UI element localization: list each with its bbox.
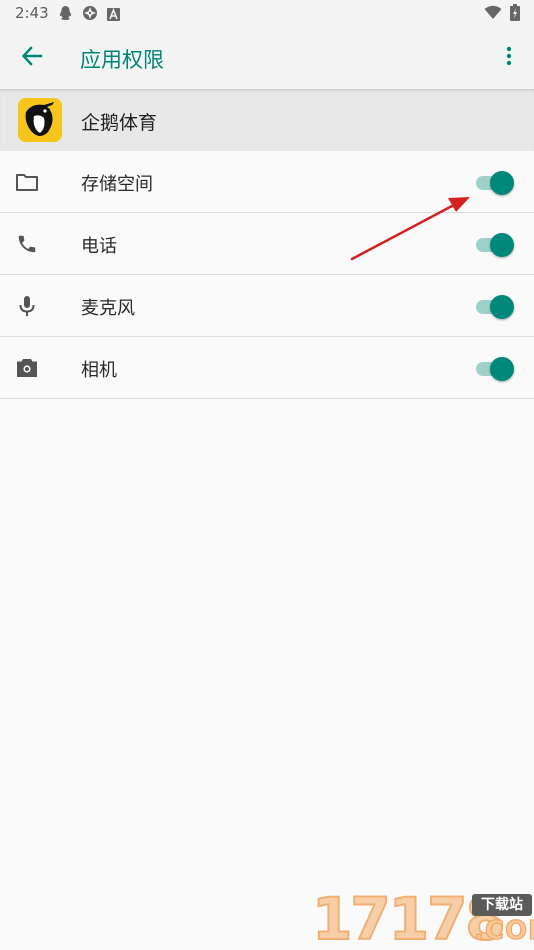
permission-row-microphone[interactable]: 麦克风 xyxy=(0,275,534,337)
back-button[interactable] xyxy=(12,38,52,78)
phone-icon xyxy=(14,231,40,257)
a-notification-icon xyxy=(107,6,120,25)
microphone-icon xyxy=(14,293,40,319)
folder-icon xyxy=(14,169,40,195)
phone-toggle[interactable] xyxy=(474,233,514,257)
app-header: 企鹅体育 xyxy=(0,89,534,151)
watermark-suffix: .COM xyxy=(474,916,534,947)
switch-thumb xyxy=(490,171,514,195)
switch-thumb xyxy=(490,357,514,381)
permission-label-phone: 电话 xyxy=(81,236,117,257)
storage-toggle[interactable] xyxy=(474,171,514,195)
wifi-icon xyxy=(484,5,502,24)
permission-row-camera[interactable]: 相机 xyxy=(0,337,534,399)
app-icon-penguin xyxy=(18,98,62,142)
switch-thumb xyxy=(490,233,514,257)
status-bar: 2:43 xyxy=(0,0,534,27)
status-time: 2:43 xyxy=(15,4,49,22)
arrow-back-icon xyxy=(21,45,43,71)
more-vert-icon xyxy=(506,46,512,70)
page-title: 应用权限 xyxy=(80,48,164,72)
app-name: 企鹅体育 xyxy=(81,112,158,134)
microphone-toggle[interactable] xyxy=(474,295,514,319)
penguin-logo-icon xyxy=(18,98,62,142)
qq-icon xyxy=(58,5,73,25)
permission-label-camera: 相机 xyxy=(81,360,117,381)
status-system-icons xyxy=(484,4,520,25)
permission-label-storage: 存储空间 xyxy=(81,174,153,195)
permission-row-storage[interactable]: 存储空间 xyxy=(0,151,534,213)
status-notification-icons xyxy=(58,5,120,25)
app-bar: 应用权限 xyxy=(0,27,534,89)
permission-row-phone[interactable]: 电话 xyxy=(0,213,534,275)
permission-label-microphone: 麦克风 xyxy=(81,298,135,319)
switch-thumb xyxy=(490,295,514,319)
camera-icon xyxy=(14,355,40,381)
camera-toggle[interactable] xyxy=(474,357,514,381)
overflow-menu-button[interactable] xyxy=(494,38,524,78)
permission-list: 存储空间 电话 麦克风 相机 xyxy=(0,151,534,399)
watermark-logo: 17178 下载站 .COM xyxy=(311,887,534,950)
sync-icon xyxy=(82,5,98,25)
watermark-tag: 下载站 xyxy=(472,894,532,916)
app-permissions-screen: 2:43 应用权限 企鹅体育 存储空间 电话 麦克风 相机 17178 下载站 … xyxy=(0,0,534,950)
battery-icon xyxy=(510,4,520,25)
